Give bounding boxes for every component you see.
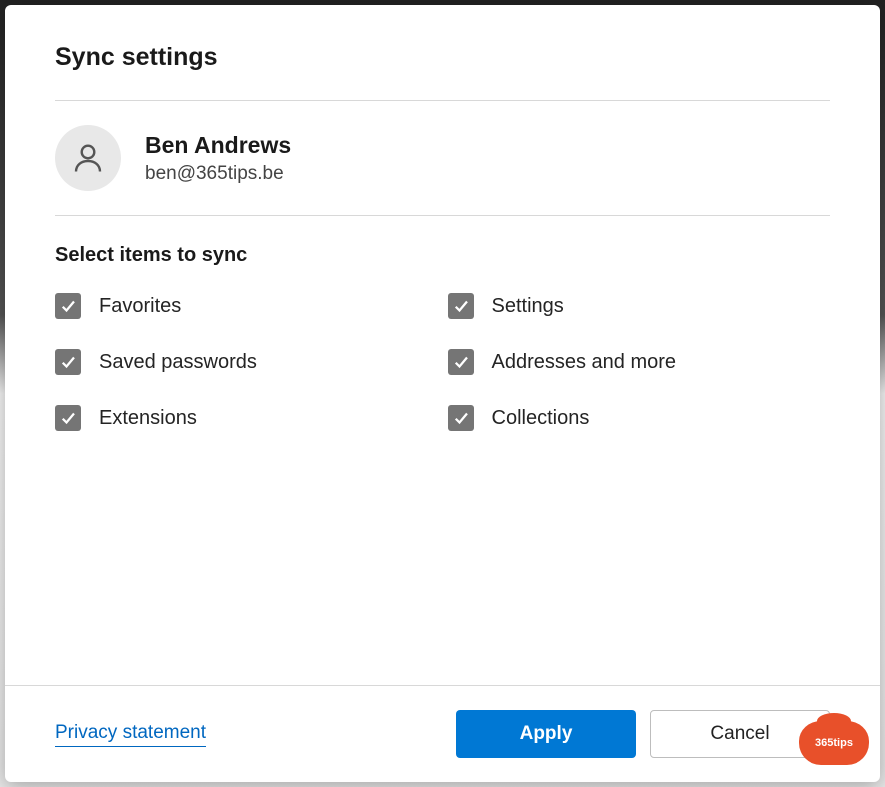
checkbox-extensions[interactable]: Extensions xyxy=(55,405,438,431)
dialog-title: Sync settings xyxy=(55,43,830,72)
section-label: Select items to sync xyxy=(55,244,830,267)
profile-email: ben@365tips.be xyxy=(145,163,291,185)
checkbox-grid: Favorites Settings Saved passwords Addre… xyxy=(55,293,830,431)
check-icon xyxy=(59,297,77,315)
checkbox-box[interactable] xyxy=(55,293,81,319)
checkbox-favorites[interactable]: Favorites xyxy=(55,293,438,319)
check-icon xyxy=(59,409,77,427)
checkbox-label: Saved passwords xyxy=(99,351,257,374)
apply-button[interactable]: Apply xyxy=(456,710,636,758)
sync-settings-dialog: Sync settings Ben Andrews ben@365tips.be… xyxy=(5,5,880,782)
dialog-body: Sync settings Ben Andrews ben@365tips.be… xyxy=(5,5,880,685)
divider xyxy=(55,215,830,216)
checkbox-saved-passwords[interactable]: Saved passwords xyxy=(55,349,438,375)
person-icon xyxy=(70,140,106,176)
checkbox-box[interactable] xyxy=(55,405,81,431)
check-icon xyxy=(59,353,77,371)
profile-name: Ben Andrews xyxy=(145,132,291,159)
checkbox-settings[interactable]: Settings xyxy=(448,293,831,319)
check-icon xyxy=(452,409,470,427)
watermark-text: 365tips xyxy=(815,737,853,749)
checkbox-label: Settings xyxy=(492,295,564,318)
check-icon xyxy=(452,353,470,371)
footer-buttons: Apply Cancel xyxy=(456,710,830,758)
dialog-footer: Privacy statement Apply Cancel xyxy=(5,685,880,782)
checkbox-label: Collections xyxy=(492,407,590,430)
checkbox-addresses[interactable]: Addresses and more xyxy=(448,349,831,375)
checkbox-label: Extensions xyxy=(99,407,197,430)
avatar xyxy=(55,125,121,191)
checkbox-label: Favorites xyxy=(99,295,181,318)
checkbox-collections[interactable]: Collections xyxy=(448,405,831,431)
watermark-badge: 365tips xyxy=(799,721,869,765)
profile-info: Ben Andrews ben@365tips.be xyxy=(145,132,291,185)
checkbox-box[interactable] xyxy=(448,349,474,375)
checkbox-box[interactable] xyxy=(448,293,474,319)
privacy-statement-link[interactable]: Privacy statement xyxy=(55,722,206,747)
profile-row: Ben Andrews ben@365tips.be xyxy=(55,101,830,215)
check-icon xyxy=(452,297,470,315)
checkbox-box[interactable] xyxy=(448,405,474,431)
checkbox-label: Addresses and more xyxy=(492,351,677,374)
checkbox-box[interactable] xyxy=(55,349,81,375)
